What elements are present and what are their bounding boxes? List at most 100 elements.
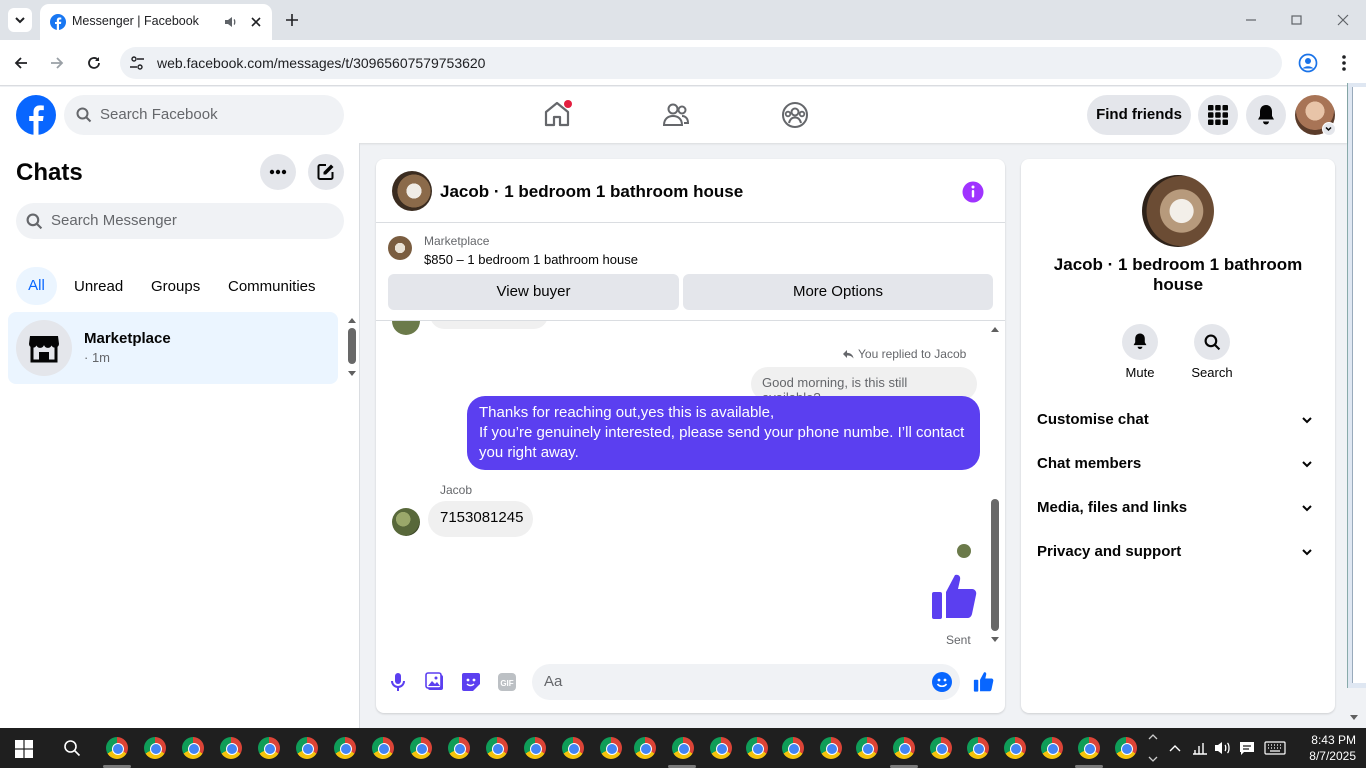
groups-icon[interactable] xyxy=(779,99,811,131)
chrome-app-icon[interactable] xyxy=(334,737,356,759)
chrome-app-icon[interactable] xyxy=(710,737,732,759)
profile-icon[interactable] xyxy=(1298,53,1318,73)
messenger-search[interactable]: Search Messenger xyxy=(16,203,344,239)
chrome-app-icon[interactable] xyxy=(220,737,242,759)
chat-options-button[interactable] xyxy=(260,154,296,190)
chrome-app-icon[interactable] xyxy=(372,737,394,759)
filter-all[interactable]: All xyxy=(16,267,57,305)
sticker-icon[interactable] xyxy=(461,672,481,692)
windows-start-icon[interactable] xyxy=(15,740,33,758)
chrome-app-icon[interactable] xyxy=(106,737,128,759)
filter-groups[interactable]: Groups xyxy=(151,278,200,295)
chrome-app-icon[interactable] xyxy=(746,737,768,759)
address-bar[interactable]: web.facebook.com/messages/t/309656075797… xyxy=(120,47,1282,79)
chrome-app-icon[interactable] xyxy=(856,737,878,759)
send-like-icon[interactable] xyxy=(973,671,995,693)
kebab-menu-icon[interactable] xyxy=(1336,53,1352,73)
mute-button[interactable]: Mute xyxy=(1119,324,1161,380)
chrome-app-icon[interactable] xyxy=(562,737,584,759)
outgoing-message[interactable]: Thanks for reaching out,yes this is avai… xyxy=(467,396,980,470)
chrome-app-icon[interactable] xyxy=(600,737,622,759)
chrome-app-icon[interactable] xyxy=(258,737,280,759)
chat-list-item[interactable]: Marketplace · 1m xyxy=(8,312,338,384)
facebook-logo-icon[interactable] xyxy=(16,95,56,135)
chrome-app-icon[interactable] xyxy=(448,737,470,759)
chrome-app-icon[interactable] xyxy=(296,737,318,759)
browser-tab[interactable]: Messenger | Facebook xyxy=(40,4,272,40)
section-customise-chat[interactable]: Customise chat xyxy=(1037,411,1319,431)
section-privacy-support[interactable]: Privacy and support xyxy=(1037,543,1319,563)
chrome-app-icon[interactable] xyxy=(782,737,804,759)
replied-label: You replied to Jacob xyxy=(858,347,967,361)
volume-icon[interactable] xyxy=(1214,740,1232,756)
keyboard-icon[interactable] xyxy=(1264,741,1286,755)
message-tray-icon[interactable] xyxy=(1239,740,1255,756)
new-tab-icon[interactable] xyxy=(284,12,300,28)
section-media-files-links[interactable]: Media, files and links xyxy=(1037,499,1319,519)
info-icon[interactable] xyxy=(962,181,984,203)
chrome-app-icon[interactable] xyxy=(1004,737,1026,759)
taskbar-search-icon[interactable] xyxy=(63,739,81,757)
microphone-icon[interactable] xyxy=(390,672,406,692)
chrome-app-icon[interactable] xyxy=(524,737,546,759)
chrome-app-icon[interactable] xyxy=(182,737,204,759)
scroll-down-arrow-icon[interactable] xyxy=(347,370,357,378)
forward-icon[interactable] xyxy=(48,54,66,72)
minimize-icon[interactable] xyxy=(1244,14,1258,26)
chrome-app-icon[interactable] xyxy=(634,737,656,759)
conversation-header[interactable]: Jacob · 1 bedroom 1 bathroom house xyxy=(376,159,1005,223)
search-conversation-button[interactable]: Search xyxy=(1189,324,1235,380)
messages-scrollbar-thumb[interactable] xyxy=(991,499,999,631)
sidebar-scrollbar-thumb[interactable] xyxy=(348,328,356,364)
friends-icon[interactable] xyxy=(660,99,692,131)
system-clock[interactable]: 8:43 PM 8/7/2025 xyxy=(1296,732,1356,764)
filter-communities[interactable]: Communities xyxy=(228,278,316,295)
emoji-icon[interactable] xyxy=(932,672,952,692)
facebook-favicon-icon xyxy=(50,14,66,30)
view-buyer-button[interactable]: View buyer xyxy=(388,274,679,310)
page-scroll-down-icon[interactable] xyxy=(1349,714,1359,722)
photo-icon[interactable] xyxy=(425,672,445,692)
chrome-app-icon[interactable] xyxy=(893,737,915,759)
section-chat-members[interactable]: Chat members xyxy=(1037,455,1319,475)
close-window-icon[interactable] xyxy=(1336,13,1350,27)
scroll-up-arrow-icon[interactable] xyxy=(990,325,1000,333)
gif-icon[interactable]: GIF xyxy=(497,672,517,692)
reload-icon[interactable] xyxy=(85,54,103,72)
chrome-app-icon[interactable] xyxy=(967,737,989,759)
speaker-icon[interactable] xyxy=(224,15,238,29)
menu-button[interactable] xyxy=(1198,95,1238,135)
chat-name: Marketplace xyxy=(84,330,171,347)
chrome-app-icon[interactable] xyxy=(1041,737,1063,759)
chrome-app-icon[interactable] xyxy=(1115,737,1137,759)
back-icon[interactable] xyxy=(12,54,30,72)
chrome-app-icon[interactable] xyxy=(486,737,508,759)
chrome-app-icon[interactable] xyxy=(820,737,842,759)
nav-home[interactable] xyxy=(540,97,574,131)
site-info-icon[interactable] xyxy=(128,54,146,72)
taskbar-scroll-arrows-icon[interactable] xyxy=(1148,732,1158,764)
chrome-app-icon[interactable] xyxy=(930,737,952,759)
more-options-button[interactable]: More Options xyxy=(683,274,993,310)
tab-list-button[interactable] xyxy=(8,8,32,32)
incoming-message[interactable]: 7153081245 xyxy=(428,501,533,537)
tray-overflow-icon[interactable] xyxy=(1168,742,1182,754)
restore-icon[interactable] xyxy=(1290,14,1304,26)
new-message-button[interactable] xyxy=(308,154,344,190)
account-chevron xyxy=(1322,122,1336,136)
account-avatar[interactable] xyxy=(1295,95,1336,136)
chrome-app-icon[interactable] xyxy=(410,737,432,759)
notifications-button[interactable] xyxy=(1246,95,1286,135)
facebook-search-placeholder: Search Facebook xyxy=(100,106,218,123)
find-friends-button[interactable]: Find friends xyxy=(1087,95,1191,135)
scroll-up-arrow-icon[interactable] xyxy=(347,316,357,324)
message-composer[interactable]: Aa xyxy=(532,664,960,700)
close-tab-icon[interactable] xyxy=(249,15,263,29)
chrome-app-icon[interactable] xyxy=(144,737,166,759)
chrome-app-icon[interactable] xyxy=(672,737,694,759)
filter-unread[interactable]: Unread xyxy=(74,278,123,295)
scroll-down-arrow-icon[interactable] xyxy=(990,636,1000,644)
network-icon[interactable] xyxy=(1192,740,1208,756)
facebook-search[interactable]: Search Facebook xyxy=(64,95,344,135)
chrome-app-icon[interactable] xyxy=(1078,737,1100,759)
